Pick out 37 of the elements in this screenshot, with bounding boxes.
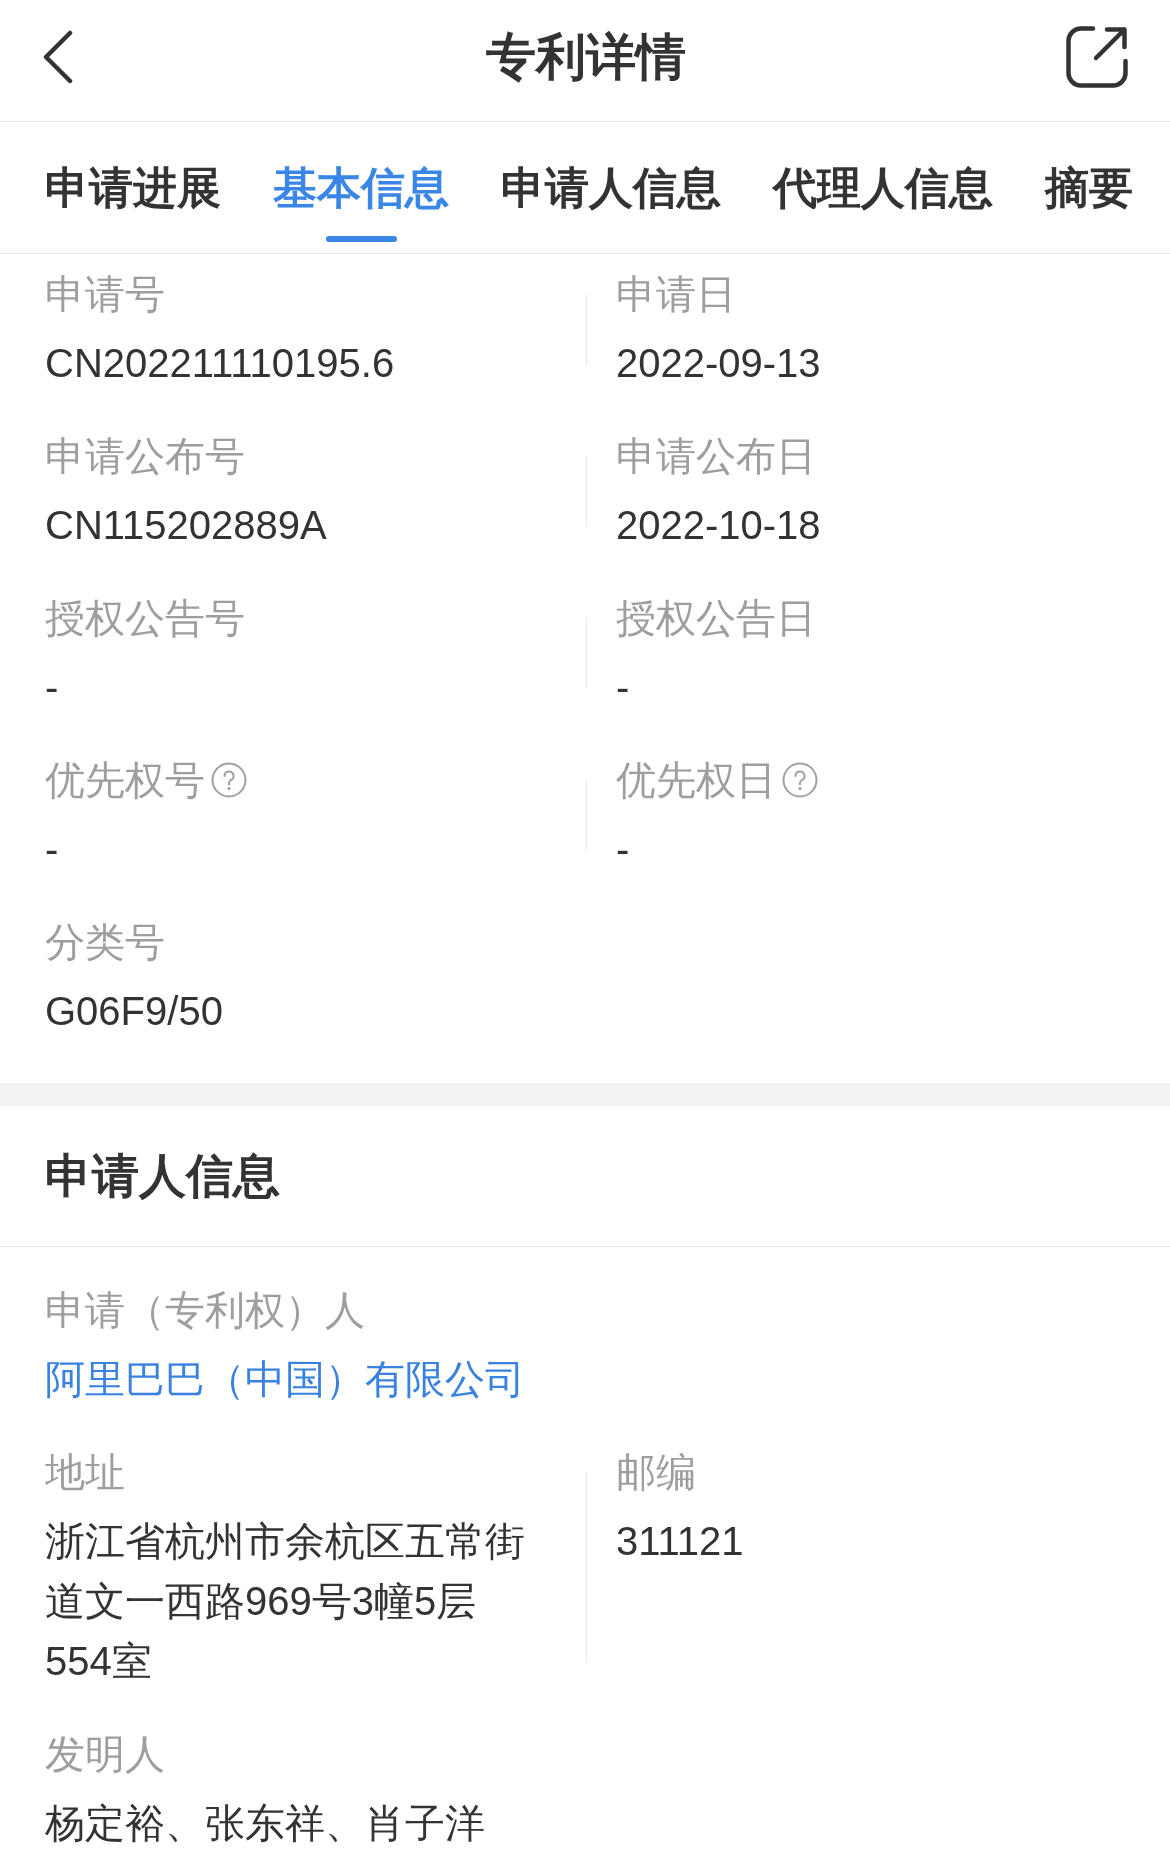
field-value: - [616, 664, 631, 711]
field-label: 申请（专利权）人 [45, 1287, 365, 1334]
field-value: 2022-09-13 [616, 340, 822, 387]
field-label: 申请日 [616, 271, 736, 318]
tab[interactable]: 基本信息 [273, 122, 449, 253]
field-label: 优先权号 [45, 757, 205, 804]
field-value: - [616, 826, 631, 873]
field-label: 地址 [45, 1449, 125, 1496]
tab[interactable]: 申请进展 [45, 122, 221, 253]
applicant-link[interactable]: 阿里巴巴（中国）有限公司 [45, 1349, 525, 1409]
field-label: 邮编 [616, 1449, 696, 1496]
share-icon[interactable] [1066, 26, 1128, 88]
tab[interactable]: 摘要 [1045, 122, 1133, 253]
field-label: 申请公布日 [616, 433, 816, 480]
tab[interactable]: 申请人信息 [501, 122, 721, 253]
field-label: 授权公告号 [45, 595, 245, 642]
field-label: 申请号 [45, 271, 165, 318]
help-icon[interactable] [782, 762, 818, 798]
field-label: 授权公告日 [616, 595, 816, 642]
field-value: 杨定裕、张东祥、肖子洋 [45, 1800, 486, 1847]
tab[interactable]: 代理人信息 [773, 122, 993, 253]
field-label: 分类号 [45, 919, 165, 966]
section-title: 申请人信息 [0, 1106, 1170, 1247]
field-value: 浙江省杭州市余杭区五常街道文一西路969号3幢5层554室 [45, 1518, 526, 1685]
page-title: 专利详情 [485, 28, 686, 87]
help-icon[interactable] [211, 762, 247, 798]
field-value: CN202211110195.6 [45, 340, 396, 387]
chevron-left-icon[interactable] [43, 30, 73, 84]
field-value: 311121 [616, 1518, 745, 1565]
field-value: G06F9/50 [45, 988, 224, 1035]
field-label: 申请公布号 [45, 433, 245, 480]
field-value: - [45, 664, 60, 711]
field-value: - [45, 826, 60, 873]
field-label: 发明人 [45, 1731, 165, 1778]
field-value: 2022-10-18 [616, 502, 822, 549]
field-label: 优先权日 [616, 757, 776, 804]
field-value: CN115202889A [45, 502, 328, 549]
